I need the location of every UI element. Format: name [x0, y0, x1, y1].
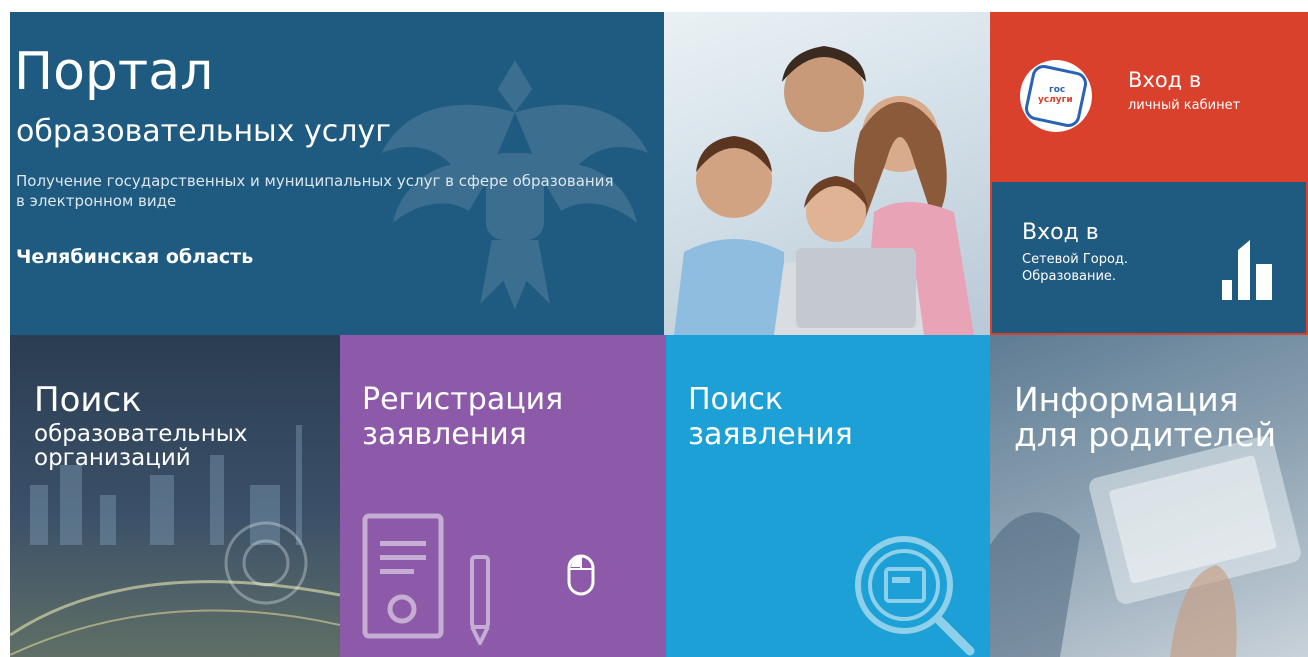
- parents-info-tile[interactable]: Информация для родителей: [990, 335, 1308, 657]
- portal-subtitle: образовательных услуг: [16, 114, 391, 149]
- gosuslugi-login-tile[interactable]: гос услуги Вход в личный кабинет: [990, 12, 1308, 180]
- portal-title: Портал: [14, 42, 214, 102]
- pencil-icon: [470, 555, 490, 645]
- portal-description: Получение государственных и муниципальны…: [16, 172, 614, 210]
- search-organizations-tile[interactable]: Поиск образовательных организаций: [10, 335, 340, 657]
- magnifier-icon: [855, 536, 975, 656]
- gosuslugi-logo-icon: гос услуги: [1020, 60, 1092, 132]
- document-icon: [362, 513, 444, 639]
- mouse-icon: [567, 554, 595, 596]
- gosuslugi-login-title: Вход в: [1128, 68, 1202, 92]
- register-application-tile[interactable]: Регистрация заявления: [340, 335, 666, 657]
- hero-panel: Портал образовательных услуг Получение г…: [10, 12, 664, 335]
- family-photo: [664, 12, 990, 335]
- network-city-subtitle: Сетевой Город. Образование.: [1022, 252, 1129, 284]
- search-app-title: Поиск заявления: [688, 382, 853, 452]
- search-org-title: Поиск: [34, 380, 142, 420]
- network-city-title: Вход в: [1022, 220, 1099, 245]
- search-org-subtitle: образовательных организаций: [34, 421, 248, 472]
- gosuslugi-login-subtitle: личный кабинет: [1128, 98, 1241, 113]
- portal-grid: Портал образовательных услуг Получение г…: [10, 12, 1308, 657]
- bar-chart-icon: [1222, 240, 1272, 300]
- parents-info-title: Информация для родителей: [1014, 380, 1277, 454]
- network-city-login-tile[interactable]: Вход в Сетевой Город. Образование.: [990, 180, 1308, 335]
- region-label: Челябинская область: [16, 246, 254, 268]
- search-application-tile[interactable]: Поиск заявления: [666, 335, 990, 657]
- gosuslugi-logo-bottom: услуги: [1037, 94, 1073, 105]
- family-illustration: [674, 46, 974, 335]
- register-title: Регистрация заявления: [362, 382, 564, 452]
